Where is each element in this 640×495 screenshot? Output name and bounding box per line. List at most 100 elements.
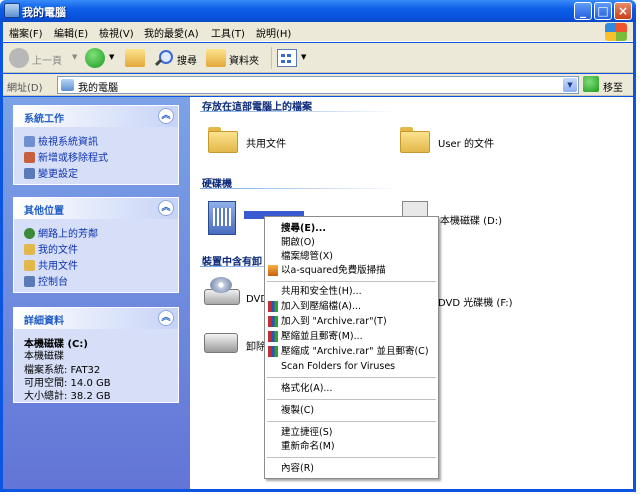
dvd-drive-icon[interactable] <box>204 277 240 307</box>
folders-button-label[interactable]: 資料夾 <box>229 52 259 67</box>
collapse-chevron-icon[interactable]: ︽ <box>158 108 174 124</box>
menu-item-properties[interactable]: 內容(R) <box>265 462 438 475</box>
local-disk-d-item[interactable]: 本機磁碟 (D:) <box>440 212 502 227</box>
folders-icon[interactable] <box>206 49 226 67</box>
minimize-button[interactable]: _ <box>574 2 592 20</box>
link-label: 控制台 <box>38 277 68 288</box>
system-tasks-header[interactable]: 系統工作 ︽ <box>14 106 178 127</box>
winrar-icon <box>268 331 278 342</box>
search-button-label[interactable]: 搜尋 <box>177 52 197 67</box>
task-pane: 系統工作 ︽ 檢視系統資訊 新增或移除程式 變更設定 其他位置 ︽ 網路上的芳鄰… <box>3 97 190 489</box>
other-places-panel: 其他位置 ︽ 網路上的芳鄰 我的文件 共用文件 控制台 <box>13 197 179 293</box>
removable-disk-icon[interactable] <box>204 333 238 353</box>
address-dropdown-icon[interactable]: ▼ <box>563 78 577 92</box>
menu-item-search[interactable]: 搜尋(E)... <box>265 222 438 235</box>
menu-item-add-to-archive-rar[interactable]: 加入到 "Archive.rar"(T) <box>265 315 438 328</box>
removable-disk-item[interactable]: 卸除 <box>246 338 266 353</box>
menu-item-copy[interactable]: 複製(C) <box>265 404 438 417</box>
details-panel: 詳細資料 ︽ 本機磁碟 (C:) 本機磁碟 檔案系統: FAT32 可用空間: … <box>13 307 179 403</box>
folder-icon <box>24 244 35 255</box>
network-icon <box>24 228 35 239</box>
computer-icon <box>4 3 20 18</box>
close-button[interactable]: × <box>614 2 632 20</box>
menu-item-label: 加入到 "Archive.rar"(T) <box>281 316 387 327</box>
details-header[interactable]: 詳細資料 ︽ <box>14 308 178 329</box>
menu-item-compress-rar-email[interactable]: 壓縮成 "Archive.rar" 並且郵寄(C) <box>265 345 438 358</box>
folder-icon <box>24 260 35 271</box>
menu-item-sharing-security[interactable]: 共用和安全性(H)... <box>265 285 438 298</box>
views-icon[interactable] <box>277 49 297 67</box>
menu-item-label: 以a-squared免費版掃描 <box>281 265 386 276</box>
back-arrow-icon[interactable] <box>9 48 29 68</box>
view-system-info-link[interactable]: 檢視系統資訊 <box>24 133 98 148</box>
windows-logo-icon <box>605 23 627 41</box>
menu-item-format[interactable]: 格式化(A)... <box>265 382 438 395</box>
menu-help[interactable]: 說明(H) <box>256 25 291 40</box>
other-places-title: 其他位置 <box>24 206 64 217</box>
change-settings-link[interactable]: 變更設定 <box>24 165 78 180</box>
menu-item-scan-viruses[interactable]: Scan Folders for Viruses <box>265 360 438 373</box>
winrar-icon <box>268 316 278 327</box>
menu-favorites[interactable]: 我的最愛(A) <box>144 25 199 40</box>
toolbar-divider <box>271 47 272 69</box>
collapse-chevron-icon[interactable]: ︽ <box>158 310 174 326</box>
menu-item-create-shortcut[interactable]: 建立捷徑(S) <box>265 426 438 439</box>
link-label: 我的文件 <box>38 245 78 256</box>
link-label: 網路上的芳鄰 <box>38 229 98 240</box>
window-title: 我的電腦 <box>22 6 66 19</box>
up-folder-icon[interactable] <box>125 49 145 67</box>
system-tasks-title: 系統工作 <box>24 114 64 125</box>
shared-documents-item[interactable]: 共用文件 <box>246 135 286 150</box>
views-dropdown-icon[interactable]: ▼ <box>301 53 306 61</box>
desktop-background <box>636 0 640 495</box>
menu-bar: 檔案(F) 編輯(E) 檢視(V) 我的最愛(A) 工具(T) 說明(H) <box>3 22 633 42</box>
collapse-chevron-icon[interactable]: ︽ <box>158 200 174 216</box>
control-panel-link[interactable]: 控制台 <box>24 273 68 288</box>
computer-icon <box>61 79 74 91</box>
menu-edit[interactable]: 編輯(E) <box>54 25 88 40</box>
control-panel-icon <box>24 168 35 179</box>
menu-separator <box>267 457 436 458</box>
menu-view[interactable]: 檢視(V) <box>99 25 134 40</box>
system-tasks-panel: 系統工作 ︽ 檢視系統資訊 新增或移除程式 變更設定 <box>13 105 179 185</box>
network-places-link[interactable]: 網路上的芳鄰 <box>24 225 98 240</box>
my-documents-link[interactable]: 我的文件 <box>24 241 78 256</box>
menu-item-add-to-archive[interactable]: 加入到壓縮檔(A)... <box>265 300 438 313</box>
link-label: 共用文件 <box>38 261 78 272</box>
link-label: 檢視系統資訊 <box>38 137 98 148</box>
title-bar[interactable]: 我的電腦 _ □ × <box>0 0 636 22</box>
menu-item-a-squared-scan[interactable]: 以a-squared免費版掃描 <box>265 264 438 277</box>
menu-file[interactable]: 檔案(F) <box>9 25 43 40</box>
local-disk-c-icon[interactable] <box>208 201 236 235</box>
maximize-button[interactable]: □ <box>594 2 612 20</box>
shared-documents-link[interactable]: 共用文件 <box>24 257 78 272</box>
add-remove-icon <box>24 152 35 163</box>
forward-dropdown-icon[interactable]: ▼ <box>109 53 114 61</box>
menu-separator <box>267 399 436 400</box>
menu-item-explore[interactable]: 檔案總管(X) <box>265 250 438 263</box>
forward-arrow-icon[interactable] <box>85 48 105 68</box>
user-documents-item[interactable]: User 的文件 <box>438 135 494 150</box>
folder-icon[interactable] <box>208 127 238 153</box>
search-icon[interactable] <box>153 49 173 67</box>
go-arrow-icon[interactable] <box>583 76 599 92</box>
link-label: 變更設定 <box>38 169 78 180</box>
back-dropdown-icon[interactable]: ▼ <box>72 53 77 61</box>
address-input[interactable]: 我的電腦 ▼ <box>57 76 579 94</box>
add-remove-programs-link[interactable]: 新增或移除程式 <box>24 149 108 164</box>
menu-item-rename[interactable]: 重新命名(M) <box>265 440 438 453</box>
menu-item-compress-email[interactable]: 壓縮並且郵寄(M)... <box>265 330 438 343</box>
address-label: 網址(D) <box>7 83 43 94</box>
back-button-label[interactable]: 上一頁 <box>32 52 62 67</box>
menu-tools[interactable]: 工具(T) <box>211 25 245 40</box>
menu-separator <box>267 281 436 282</box>
go-button-label[interactable]: 移至 <box>603 79 623 94</box>
address-bar: 網址(D) 我的電腦 ▼ 移至 <box>3 74 633 96</box>
other-places-header[interactable]: 其他位置 ︽ <box>14 198 178 219</box>
details-title: 詳細資料 <box>24 316 64 327</box>
group-divider <box>200 188 400 189</box>
menu-item-open[interactable]: 開啟(O) <box>265 236 438 249</box>
control-panel-icon <box>24 276 35 287</box>
dvd-drive-f-item[interactable]: DVD 光碟機 (F:) <box>438 294 513 309</box>
folder-icon[interactable] <box>400 127 430 153</box>
